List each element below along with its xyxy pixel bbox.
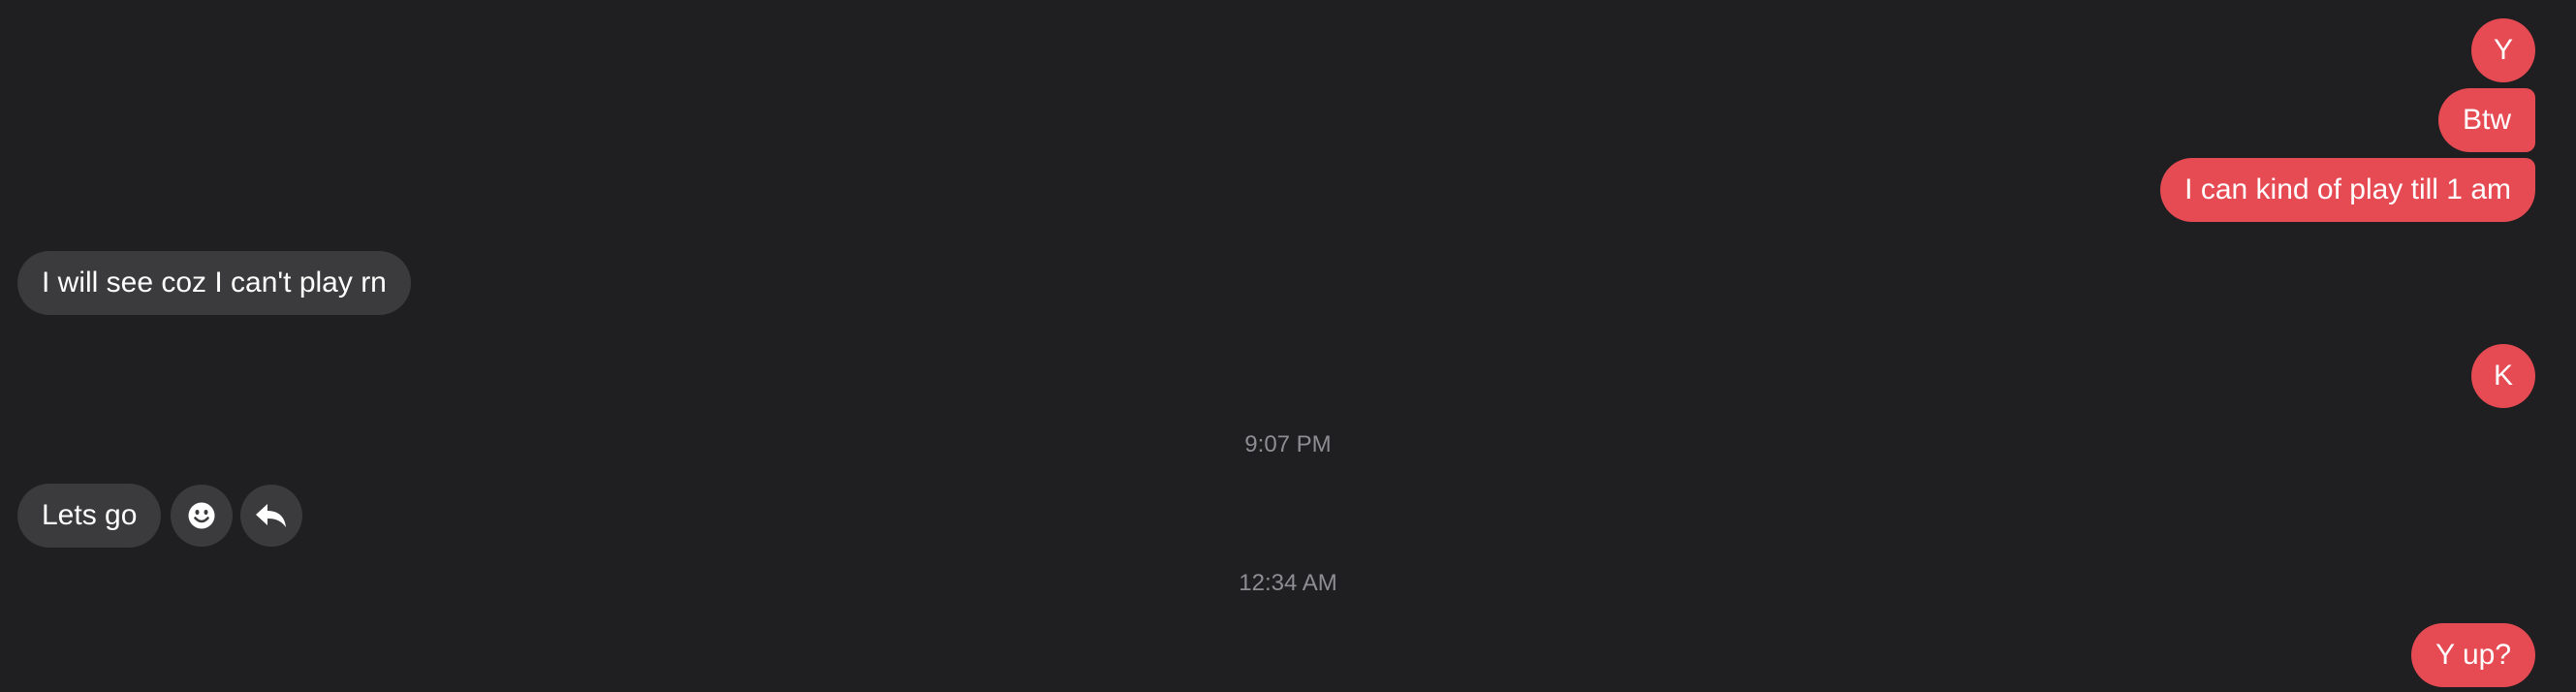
- message-thread: Y Btw I can kind of play till 1 am I wil…: [0, 0, 2576, 692]
- outgoing-message-bubble[interactable]: Btw: [2437, 88, 2535, 152]
- outgoing-message-bubble[interactable]: I can kind of play till 1 am: [2160, 158, 2535, 222]
- incoming-message-bubble[interactable]: Lets go: [17, 484, 162, 548]
- message-timestamp: 12:34 AM: [1239, 570, 1337, 596]
- incoming-message-bubble[interactable]: I will see coz I can't play rn: [17, 251, 411, 315]
- reply-icon: [256, 504, 286, 527]
- message-timestamp: 9:07 PM: [1244, 431, 1332, 457]
- outgoing-message-bubble[interactable]: Y up?: [2411, 623, 2535, 687]
- react-button[interactable]: [171, 485, 233, 547]
- reply-button[interactable]: [240, 485, 302, 547]
- outgoing-message-bubble[interactable]: K: [2471, 344, 2535, 408]
- outgoing-message-bubble[interactable]: Y: [2471, 18, 2535, 82]
- smiley-icon: [188, 502, 215, 529]
